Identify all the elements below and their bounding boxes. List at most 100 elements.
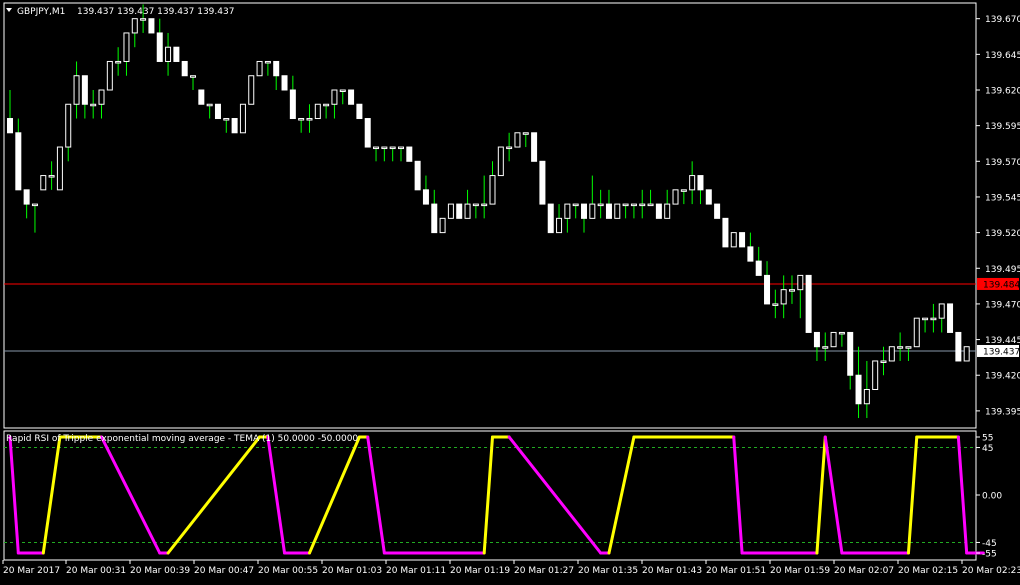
candle-body-bull — [672, 189, 679, 205]
candle-body-bull — [556, 217, 563, 234]
candle-body-bull — [389, 146, 396, 150]
price-tick-label: 139.595 — [985, 122, 1020, 132]
candle-body-bull — [90, 103, 97, 107]
candle-body-bear — [214, 103, 221, 120]
candle-body-bear — [23, 189, 30, 205]
candle-body-bull — [165, 46, 172, 62]
price-tick-label: 139.645 — [985, 51, 1020, 61]
price-tick-label: 139.670 — [985, 15, 1020, 25]
time-tick-label: 20 Mar 00:31 — [66, 566, 126, 576]
candle-body-bull — [464, 203, 471, 219]
candle-body-bull — [256, 60, 263, 77]
candle-body-bear — [198, 89, 205, 105]
indicator-scale-label: -55 — [982, 550, 997, 560]
candle-body-bear — [422, 189, 429, 205]
candle-body-bull — [106, 60, 113, 91]
candle-body-bull — [822, 346, 829, 349]
candle-body-bear — [289, 89, 296, 120]
candle-body-bear — [764, 274, 771, 305]
candle-body-bull — [689, 175, 696, 191]
candle-body-bull — [264, 60, 271, 64]
candle-body-bear — [805, 274, 812, 333]
price-tick-label: 139.445 — [985, 336, 1020, 346]
candle-body-bull — [730, 232, 737, 248]
time-tick-label: 20 Mar 2017 — [3, 566, 60, 576]
candle-body-bull — [339, 89, 346, 92]
candle-body-bear — [714, 203, 721, 219]
symbol-title: GBPJPY,M1 — [17, 7, 65, 17]
candle-body-bull — [223, 118, 230, 121]
time-tick-label: 20 Mar 01:43 — [642, 566, 702, 576]
candle-body-bear — [722, 217, 729, 248]
candle-body-bull — [397, 146, 404, 150]
candle-body-bear — [15, 132, 22, 191]
candle-body-bull — [206, 103, 213, 107]
candle-body-bull — [497, 146, 504, 177]
candle-body-bull — [589, 203, 596, 219]
candle-body-bull — [323, 103, 330, 107]
price-tick-label: 139.520 — [985, 229, 1020, 239]
time-tick-label: 20 Mar 02:15 — [898, 566, 958, 576]
price-tick-label: 139.470 — [985, 300, 1020, 310]
candle-body-bull — [788, 289, 795, 292]
mt4-chart-window[interactable]: 139.670 139.645 139.620 139.595 139.570 139.5… — [0, 0, 1020, 581]
candle-body-bear — [747, 246, 754, 262]
candle-body-bear — [581, 203, 588, 219]
candle-body-bear — [531, 132, 538, 162]
candle-body-bull — [306, 118, 313, 121]
candle-body-bull — [439, 217, 446, 234]
candle-body-bear — [739, 232, 746, 248]
candle-body-bear — [348, 89, 355, 105]
candle-body-bear — [605, 203, 612, 219]
candle-body-bull — [140, 18, 147, 21]
candle-body-bear — [539, 160, 546, 205]
candle-body-bear — [231, 118, 238, 134]
candle-body-bear — [655, 203, 662, 219]
candle-body-bull — [830, 331, 837, 348]
candle-body-bull — [472, 203, 479, 207]
candle-body-bear — [431, 203, 438, 234]
price-tick-label: 139.570 — [985, 158, 1020, 168]
candle-body-bull — [863, 388, 870, 405]
candle-body-bull — [572, 203, 579, 207]
candle-body-bear — [697, 175, 704, 191]
candle-body-bull — [481, 203, 488, 207]
price-tick-label: 139.495 — [985, 265, 1020, 275]
candle-body-bull — [797, 274, 804, 291]
candle-body-bull — [597, 203, 604, 207]
indicator-scale-label: 55 — [982, 434, 993, 444]
candle-body-bear — [281, 75, 288, 91]
candle-body-bull — [447, 203, 454, 219]
candle-body-bull — [98, 89, 105, 105]
candle-body-bull — [780, 289, 787, 305]
candle-body-bull — [930, 317, 937, 321]
indicator-scale-label: -45 — [982, 539, 997, 549]
candle-body-bull — [115, 60, 122, 64]
candle-body-bull — [639, 203, 646, 207]
candle-body-bull — [680, 189, 687, 192]
candle-body-bull — [522, 132, 529, 135]
candle-body-bear — [7, 118, 13, 134]
candle-body-bull — [772, 303, 779, 306]
candle-body-bull — [314, 103, 321, 120]
candle-body-bull — [922, 317, 929, 321]
candle-body-bull — [514, 132, 521, 148]
candle-body-bull — [248, 75, 255, 105]
candle-body-bull — [838, 331, 845, 335]
chart-svg[interactable]: 139.670 139.645 139.620 139.595 139.570 139.5… — [0, 0, 1020, 581]
time-tick-label: 20 Mar 01:27 — [514, 566, 574, 576]
candle-body-bear — [813, 331, 820, 348]
candle-body-bull — [880, 360, 887, 363]
candle-body-bear — [755, 260, 762, 276]
candle-body-bear — [955, 331, 962, 362]
indicator-title: Rapid RSI of Tripple exponential moving … — [6, 434, 358, 444]
candle-body-bull — [331, 89, 338, 105]
candle-body-bear — [148, 18, 155, 34]
candle-body-bear — [273, 60, 280, 77]
candle-body-bear — [173, 46, 180, 62]
time-tick-label: 20 Mar 00:39 — [130, 566, 190, 576]
price-tick-label: 139.545 — [985, 193, 1020, 203]
candle-body-bull — [905, 346, 912, 349]
time-tick-label: 20 Mar 01:11 — [386, 566, 446, 576]
time-tick-label: 20 Mar 01:19 — [450, 566, 510, 576]
